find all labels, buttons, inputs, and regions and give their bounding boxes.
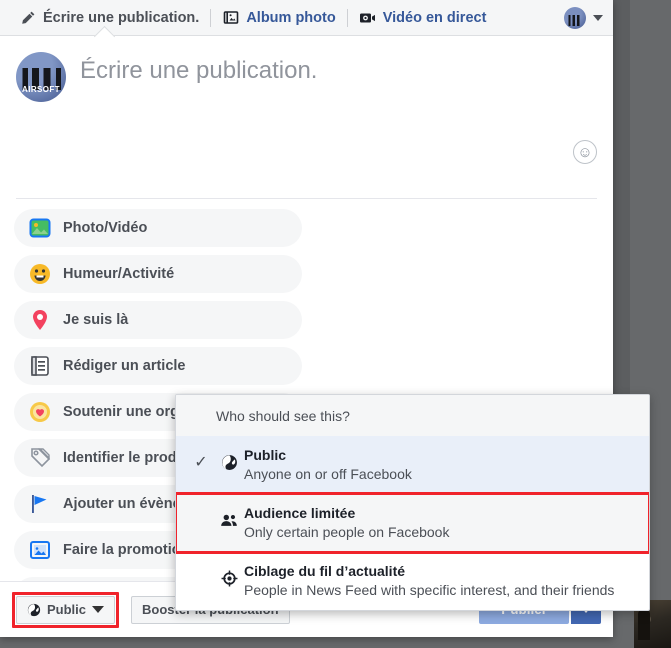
privacy-dropdown-title: Who should see this? [176, 395, 649, 436]
globe-icon [214, 446, 244, 471]
option-mood-activity[interactable]: Humeur/Activité [14, 255, 302, 293]
post-text-input[interactable]: Écrire une publication. [80, 52, 317, 102]
check-icon: ✓ [194, 454, 208, 471]
life-event-flag-icon [28, 492, 52, 516]
privacy-dropdown: Who should see this? ✓ Public Anyone on … [175, 394, 650, 611]
tab-write-post-label: Écrire une publication. [43, 9, 200, 26]
privacy-button-label: Public [47, 602, 87, 617]
tab-live-video[interactable]: Vidéo en direct [350, 0, 496, 36]
privacy-selector-button[interactable]: Public [16, 595, 116, 624]
composer-avatar: AIRSOFT [16, 52, 66, 102]
privacy-option-text: Public Anyone on or off Facebook [244, 446, 637, 484]
caret-down-icon [92, 606, 105, 613]
privacy-option-name: Public [244, 447, 287, 463]
composer-avatar-label: AIRSOFT [22, 85, 60, 94]
nonprofit-coin-icon [28, 400, 52, 424]
people-icon [214, 504, 244, 529]
tab-photo-album[interactable]: Album photo [213, 0, 344, 36]
header-divider-1 [210, 8, 212, 27]
tab-photo-album-label: Album photo [246, 9, 336, 26]
option-check-in[interactable]: Je suis là [14, 301, 302, 339]
privacy-option-limited-audience[interactable]: Audience limitée Only certain people on … [176, 492, 649, 554]
privacy-option-text: Audience limitée Only certain people on … [244, 504, 637, 542]
option-label: Photo/Vidéo [63, 220, 148, 236]
privacy-option-description: Anyone on or off Facebook [244, 466, 412, 482]
smiley-icon[interactable]: ☺ [573, 140, 597, 164]
check-in-pin-icon [28, 308, 52, 332]
header-divider-2 [346, 8, 348, 27]
privacy-button-highlight: Public [12, 591, 120, 628]
photo-video-icon [28, 216, 52, 240]
privacy-option-public[interactable]: ✓ Public Anyone on or off Facebook [176, 436, 649, 494]
privacy-option-name: Audience limitée [244, 505, 356, 521]
globe-icon [27, 603, 41, 617]
privacy-option-news-feed-targeting[interactable]: Ciblage du fil d’actualité People in New… [176, 552, 649, 610]
privacy-option-text: Ciblage du fil d’actualité People in New… [244, 562, 637, 600]
dialog-header: Écrire une publication. Album photo Vidé… [0, 0, 613, 36]
option-label: Humeur/Activité [63, 266, 175, 282]
tag-product-icon [28, 446, 52, 470]
option-photo-video[interactable]: Photo/Vidéo [14, 209, 302, 247]
screen: Écrire une publication. Album photo Vidé… [0, 0, 671, 648]
promote-business-icon [28, 538, 52, 562]
option-write-article[interactable]: Rédiger un article [14, 347, 302, 385]
privacy-option-description: Only certain people on Facebook [244, 524, 450, 540]
privacy-option-description: People in News Feed with specific intere… [244, 582, 615, 598]
composer-body [0, 102, 613, 198]
mood-activity-icon [28, 262, 52, 286]
chevron-down-icon[interactable] [593, 14, 603, 21]
live-video-icon [359, 9, 376, 26]
photo-album-icon [222, 9, 239, 26]
pencil-icon [19, 9, 36, 26]
avatar[interactable] [564, 6, 586, 29]
option-label: Rédiger un article [63, 358, 186, 374]
composer: AIRSOFT Écrire une publication. [0, 36, 613, 102]
option-label: Je suis là [63, 312, 129, 328]
target-icon [214, 562, 244, 587]
privacy-option-name: Ciblage du fil d’actualité [244, 563, 406, 579]
write-article-icon [28, 354, 52, 378]
tab-live-video-label: Vidéo en direct [382, 9, 487, 26]
